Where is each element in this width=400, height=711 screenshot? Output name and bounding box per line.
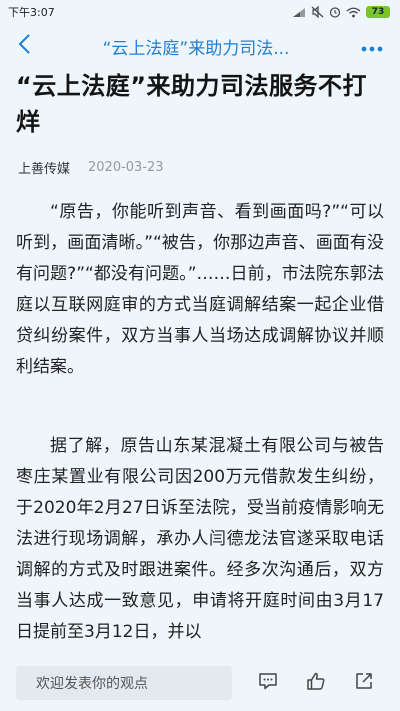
like-icon <box>306 671 326 695</box>
nav-title: “云上法庭”来助力司法... <box>102 38 290 59</box>
article-paragraph: “原告，你能听到声音、看到画面吗?”“可以听到，画面清晰。”“被告，你那边声音、… <box>16 202 384 377</box>
mute-icon <box>311 6 324 18</box>
article-title: “云上法庭”来助力司法服务不打烊 <box>16 72 368 136</box>
article-meta: 上善传媒 2020-03-23 <box>16 158 384 177</box>
like-button[interactable] <box>292 661 340 705</box>
comment-icon <box>258 671 278 695</box>
more-button[interactable] <box>344 24 400 68</box>
comment-button[interactable] <box>244 661 292 705</box>
comment-input[interactable]: 欢迎发表你的观点 <box>16 666 232 700</box>
bottom-bar: 欢迎发表你的观点 <box>0 655 400 711</box>
wifi-icon <box>346 7 361 18</box>
back-button[interactable] <box>0 24 48 68</box>
article-date: 2020-03-23 <box>88 160 164 175</box>
article: “云上法庭”来助力司法服务不打烊 上善传媒 2020-03-23 “原告，你能听… <box>0 68 400 648</box>
action-group <box>244 661 388 705</box>
page: 下午3:07 73 “云上法庭”来助力司法... “云上法庭”来助力司法服务不打… <box>0 0 400 711</box>
signal-icon <box>292 7 306 18</box>
battery-indicator: 73 <box>366 6 390 18</box>
share-button[interactable] <box>340 661 388 705</box>
more-dots-icon <box>361 37 383 56</box>
back-chevron-icon <box>17 33 31 59</box>
alarm-icon <box>329 6 341 18</box>
status-right: 73 <box>292 6 390 18</box>
share-icon <box>354 671 374 695</box>
status-bar: 下午3:07 73 <box>0 0 400 24</box>
status-left: 下午3:07 <box>8 4 55 20</box>
status-time: 下午3:07 <box>8 6 55 19</box>
nav-bar: “云上法庭”来助力司法... <box>0 24 400 68</box>
article-paragraph: 据了解，原告山东某混凝土有限公司与被告枣庄某置业有限公司因200万元借款发生纠纷… <box>16 436 384 642</box>
article-author[interactable]: 上善传媒 <box>18 158 70 177</box>
